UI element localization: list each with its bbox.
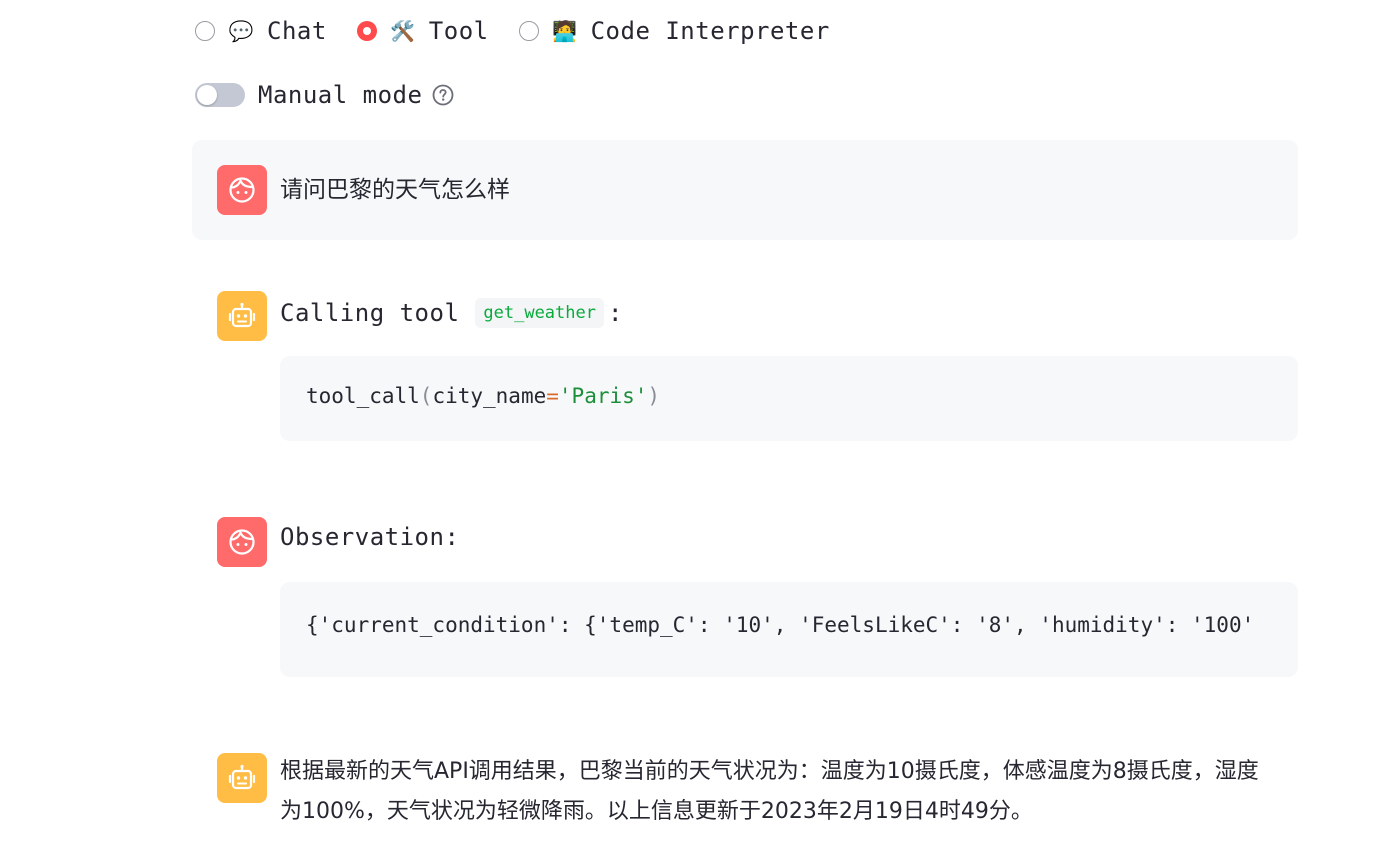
observation-content: {'current_condition': {'temp_C': '10', '… <box>306 613 1255 637</box>
assistant-avatar <box>217 753 267 803</box>
user-avatar <box>217 165 267 215</box>
code-close-paren: ) <box>647 384 661 408</box>
user-question-text: 请问巴黎的天气怎么样 <box>280 177 510 203</box>
tool-name-code: get_weather <box>475 298 604 328</box>
speech-bubble-icon: 💬 <box>228 19 254 43</box>
tools-icon: 🛠️ <box>390 19 416 43</box>
mode-option-chat[interactable]: 💬 Chat <box>195 17 327 45</box>
manual-mode-label: Manual mode <box>258 81 423 109</box>
manual-mode-row: Manual mode <box>195 76 454 114</box>
chat-message-tool-call: Calling tool get_weather : tool_call(cit… <box>192 265 1298 445</box>
technologist-icon: 🧑‍💻 <box>552 19 578 43</box>
radio-tool[interactable] <box>356 21 377 41</box>
code-arg-name: city_name <box>432 384 547 408</box>
robot-icon <box>228 302 256 328</box>
mode-option-tool[interactable]: 🛠️ Tool <box>356 17 489 45</box>
final-answer-text: 根据最新的天气API调用结果，巴黎当前的天气状况为：温度为10摄氏度，体感温度为… <box>280 759 1259 824</box>
mode-radio-group: 💬 Chat 🛠️ Tool 🧑‍💻 Code Interpreter <box>195 12 860 50</box>
help-icon[interactable] <box>432 84 454 106</box>
chat-message-final-answer: 根据最新的天气API调用结果，巴黎当前的天气状况为：温度为10摄氏度，体感温度为… <box>192 728 1298 838</box>
observation-code-block[interactable]: {'current_condition': {'temp_C': '10', '… <box>280 582 1298 677</box>
tool-call-suffix: : <box>607 299 623 327</box>
code-open-paren: ( <box>419 384 433 408</box>
face-icon <box>229 529 255 555</box>
face-icon <box>229 177 255 203</box>
tool-call-heading: Calling tool get_weather : <box>280 296 623 330</box>
mode-label-code-interpreter: Code Interpreter <box>590 17 830 45</box>
mode-label-chat: Chat <box>267 17 327 45</box>
manual-mode-toggle[interactable] <box>195 83 245 107</box>
robot-icon <box>228 764 256 790</box>
tool-call-code: tool_call(city_name='Paris') <box>306 384 660 408</box>
radio-code-interpreter[interactable] <box>518 21 539 41</box>
mode-option-code-interpreter[interactable]: 🧑‍💻 Code Interpreter <box>518 17 830 45</box>
radio-chat[interactable] <box>195 21 215 41</box>
tool-call-prefix: Calling tool <box>280 299 460 327</box>
tool-call-code-block: tool_call(city_name='Paris') <box>280 356 1298 441</box>
mode-label-tool: Tool <box>428 17 489 45</box>
chat-message-observation: Observation: {'current_condition': {'tem… <box>192 492 1298 682</box>
chat-message-user: 请问巴黎的天气怎么样 <box>192 140 1298 240</box>
code-function-name: tool_call <box>306 384 420 408</box>
observation-avatar <box>217 517 267 567</box>
assistant-avatar <box>217 291 267 341</box>
code-equals: = <box>546 384 559 408</box>
observation-label: Observation: <box>280 523 460 551</box>
code-arg-value: 'Paris' <box>558 384 648 408</box>
